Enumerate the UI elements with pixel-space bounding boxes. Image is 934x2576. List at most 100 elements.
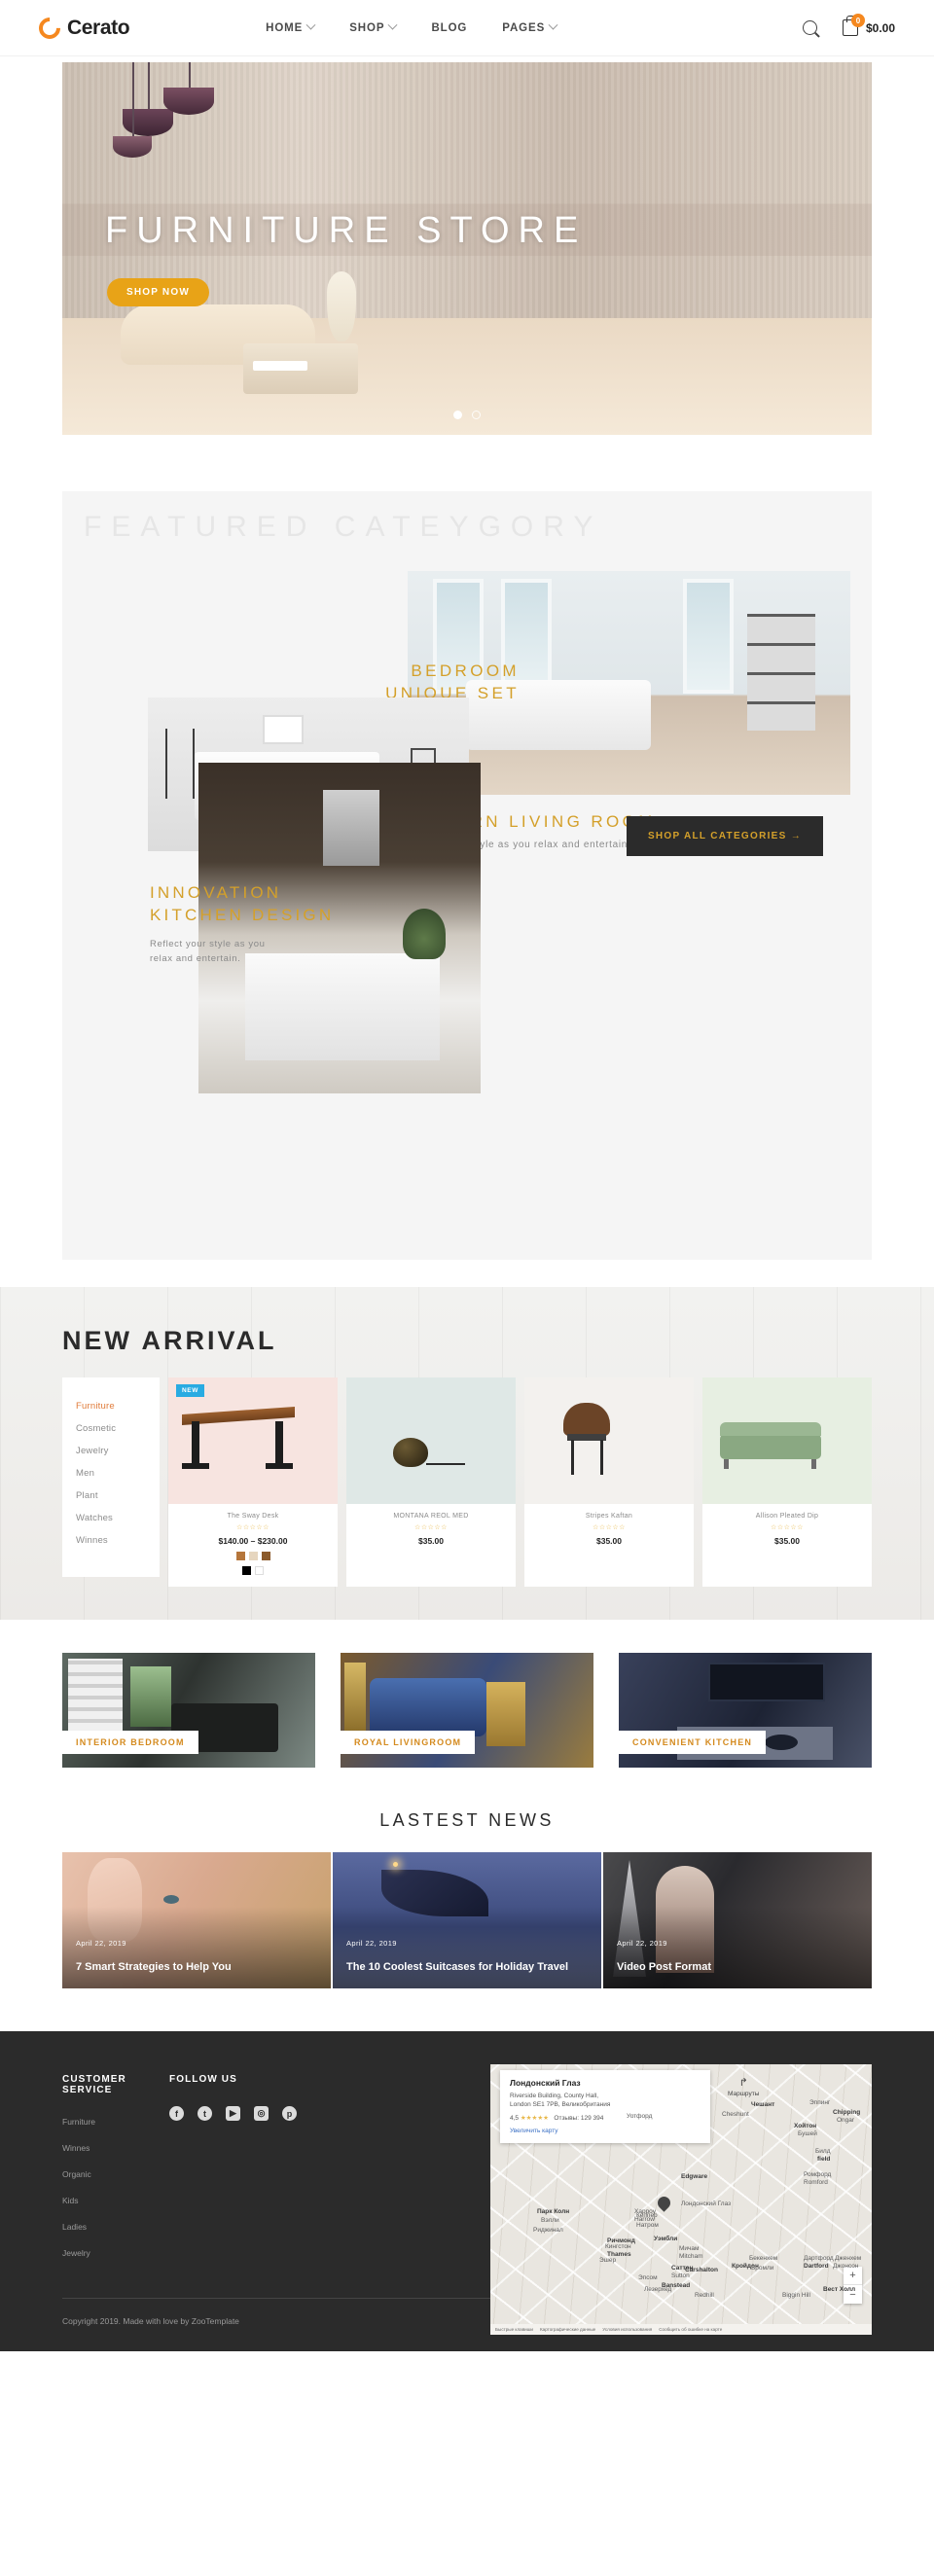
arrival-category-jewelry[interactable]: Jewelry [62, 1440, 160, 1462]
nav-item-blog[interactable]: BLOG [431, 22, 467, 34]
banner-label: ROYAL LIVINGROOM [341, 1731, 476, 1754]
hero-title: FURNITURE STORE [105, 210, 588, 251]
map-label: Дженхем [835, 2255, 862, 2262]
hero-vase-image [327, 271, 356, 341]
kitchen-image[interactable] [198, 763, 481, 1093]
nav-item-shop[interactable]: SHOP [349, 19, 398, 34]
map-label: Парк Колн [537, 2208, 570, 2215]
swatch-option[interactable] [261, 1552, 270, 1560]
product-name: The Sway Desk [227, 1513, 279, 1520]
nav-label: PAGES [502, 21, 546, 34]
swatch-option[interactable] [242, 1566, 251, 1575]
featured-category-section: FEATURED CATEYGORY BEDROOM UNIQUE SET MO… [62, 491, 872, 1260]
map-label: Cheshunt [722, 2111, 749, 2118]
banner-convenient-kitchen[interactable]: CONVENIENT KITCHEN [619, 1653, 872, 1768]
cart-button[interactable]: 0 $0.00 [842, 14, 895, 36]
plant-icon [403, 909, 446, 959]
map-label: Romford [804, 2179, 828, 2186]
window-icon [683, 579, 734, 694]
facebook-icon[interactable]: f [169, 2106, 184, 2121]
product-price: $35.00 [418, 1536, 444, 1546]
banner-label: INTERIOR BEDROOM [62, 1731, 198, 1754]
hero-shop-now-button[interactable]: SHOP NOW [107, 278, 209, 306]
footer-customer-service: CUSTOMER SERVICE Furniture Winnes Organi… [62, 2074, 169, 2274]
news-card[interactable]: April 22, 2019 Video Post Format [603, 1852, 872, 1988]
product-rating-stars: ☆☆☆☆☆ [236, 1524, 269, 1531]
swatch-option[interactable] [255, 1566, 264, 1575]
footer-link-furniture[interactable]: Furniture [62, 2117, 169, 2127]
map-label: Thames [607, 2251, 631, 2258]
lamp-cord-icon [189, 62, 191, 88]
map-label: Эпсом [638, 2274, 658, 2281]
nav-item-pages[interactable]: PAGES [502, 19, 558, 34]
arrival-category-plant[interactable]: Plant [62, 1485, 160, 1507]
arrival-category-furniture[interactable]: Furniture [62, 1395, 160, 1417]
news-date: April 22, 2019 [76, 1939, 126, 1948]
social-links: f t ▶ ◎ p [169, 2106, 344, 2121]
youtube-icon[interactable]: ▶ [226, 2106, 240, 2121]
map-attr-1: Картографические данные [539, 2327, 596, 2332]
product-info: Allison Pleated Dip ☆☆☆☆☆ $35.00 [702, 1504, 872, 1557]
twitter-icon[interactable]: t [198, 2106, 212, 2121]
range-hood-icon [323, 790, 379, 866]
arrival-category-men[interactable]: Men [62, 1462, 160, 1485]
product-card[interactable]: NEW The Sway Desk ☆☆☆☆☆ $140.00 – $230.0… [168, 1377, 338, 1587]
map-rating-row: 4,5 ★★★★★ Отзывы: 129 394 [510, 2114, 700, 2122]
product-card[interactable]: MONTANA REOL MED ☆☆☆☆☆ $35.00 [346, 1377, 516, 1587]
map-label: Ромфорд [804, 2171, 832, 2178]
hero-section: FURNITURE STORE SHOP NOW [0, 56, 934, 435]
map-label: Уотфорд [627, 2113, 653, 2120]
footer-link-kids[interactable]: Kids [62, 2196, 169, 2205]
site-logo[interactable]: Cerato [34, 12, 130, 44]
map-place-card: Лондонский Глаз Riverside Building, Coun… [500, 2070, 710, 2143]
map-attr-2: Условия использования [602, 2327, 653, 2332]
map-label: Бекенхем [749, 2255, 778, 2262]
map-label: Chipping [833, 2109, 861, 2116]
product-info: Stripes Kaftan ☆☆☆☆☆ $35.00 [524, 1504, 694, 1557]
arrival-category-watches[interactable]: Watches [62, 1507, 160, 1529]
footer-link-jewelry[interactable]: Jewelry [62, 2248, 169, 2258]
pinterest-icon[interactable]: p [282, 2106, 297, 2121]
shop-all-categories-button[interactable]: SHOP ALL CATEGORIES → [626, 816, 823, 856]
nav-label: SHOP [349, 21, 385, 34]
map-expand-link[interactable]: Увеличить карту [510, 2128, 700, 2134]
product-price: $140.00 – $230.00 [218, 1536, 288, 1546]
map-label: Риджинал [533, 2227, 563, 2234]
product-image [702, 1377, 872, 1504]
swatch-option[interactable] [248, 1552, 258, 1560]
nav-item-home[interactable]: HOME [266, 19, 316, 34]
hero-dot-2[interactable] [472, 411, 481, 419]
map-label: Бушей [798, 2130, 817, 2137]
footer-link-organic[interactable]: Organic [62, 2169, 169, 2179]
kitchen-category-label[interactable]: INNOVATION KITCHEN DESIGN [150, 882, 334, 927]
map-directions-button[interactable]: ↱ Маршруты [728, 2076, 759, 2097]
footer-map[interactable]: Лондонский Глаз Riverside Building, Coun… [490, 2064, 872, 2335]
banner-royal-livingroom[interactable]: ROYAL LIVINGROOM [341, 1653, 593, 1768]
bedroom-label-line1: BEDROOM [411, 662, 520, 680]
map-label: Хойтон [794, 2123, 817, 2129]
map-attribution: Быстрые клавиши Картографические данные … [490, 2324, 872, 2335]
arrival-category-winnes[interactable]: Winnes [62, 1529, 160, 1552]
product-card[interactable]: Allison Pleated Dip ☆☆☆☆☆ $35.00 [702, 1377, 872, 1587]
footer-link-winnes[interactable]: Winnes [62, 2143, 169, 2153]
map-label: Кингстон [605, 2243, 631, 2250]
main-nav: HOME SHOP BLOG PAGES [266, 19, 558, 34]
search-icon[interactable] [802, 20, 817, 35]
footer-link-ladies[interactable]: Ladies [62, 2222, 169, 2232]
news-card[interactable]: April 22, 2019 The 10 Coolest Suitcases … [333, 1852, 601, 1988]
site-header: Cerato HOME SHOP BLOG PAGES 0 $0.00 [0, 0, 934, 56]
map-label: Лондонский Глаз [681, 2200, 732, 2207]
product-info: The Sway Desk ☆☆☆☆☆ $140.00 – $230.00 [168, 1504, 338, 1587]
footer-column-title: CUSTOMER SERVICE [62, 2074, 126, 2095]
product-new-badge: NEW [176, 1384, 204, 1397]
news-card[interactable]: April 22, 2019 7 Smart Strategies to Hel… [62, 1852, 331, 1988]
instagram-icon[interactable]: ◎ [254, 2106, 269, 2121]
banner-interior-bedroom[interactable]: INTERIOR BEDROOM [62, 1653, 315, 1768]
map-label: Джонсон [833, 2263, 859, 2270]
product-card[interactable]: Stripes Kaftan ☆☆☆☆☆ $35.00 [524, 1377, 694, 1587]
swatch-option[interactable] [235, 1552, 245, 1560]
lamp-cord-icon [132, 62, 134, 136]
arrival-category-cosmetic[interactable]: Cosmetic [62, 1417, 160, 1440]
map-rating-stars: ★★★★★ [520, 2114, 549, 2122]
hero-dot-1[interactable] [453, 411, 462, 419]
